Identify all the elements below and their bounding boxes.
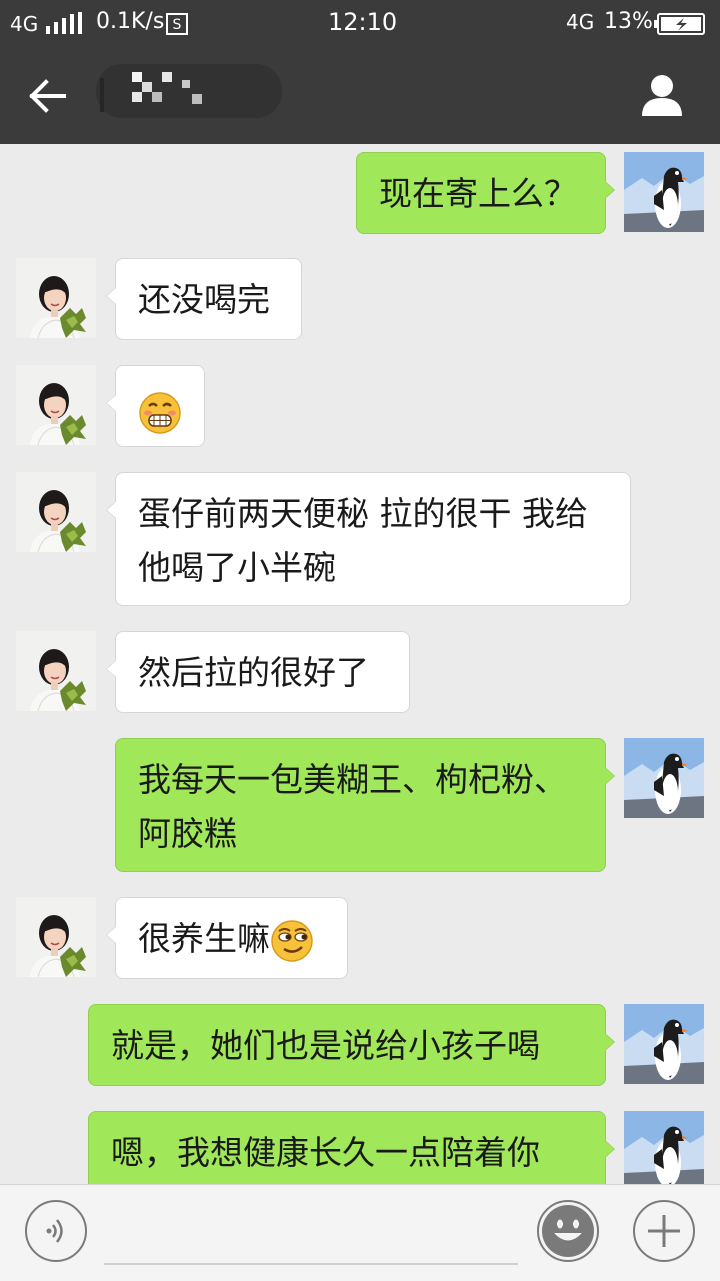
voice-icon	[46, 1219, 63, 1243]
message-bubble-incoming[interactable]: 蛋仔前两天便秘 拉的很干 我给他喝了小半碗	[106, 472, 631, 606]
message-bubble-outgoing[interactable]: 现在寄上么？	[356, 152, 615, 234]
sync-icon: S	[166, 13, 188, 35]
arrow-left-icon	[29, 79, 66, 113]
message-text: 还没喝完	[138, 280, 270, 319]
title-bar	[0, 48, 720, 144]
contact-avatar[interactable]	[16, 897, 96, 977]
message-text: 现在寄上么？	[379, 174, 577, 213]
voice-button[interactable]	[25, 1200, 87, 1262]
message-bubble-outgoing[interactable]: 我每天一包美糊王、枸杞粉、阿胶糕	[115, 738, 615, 872]
svg-text:S: S	[173, 17, 182, 33]
message-text: 嗯，我想健康长久一点陪着你	[111, 1133, 540, 1172]
penguin-avatar-image	[624, 1004, 704, 1084]
contact-info-button[interactable]	[632, 68, 692, 124]
back-button[interactable]	[22, 70, 74, 122]
message-bubble-incoming[interactable]: 还没喝完	[106, 258, 302, 340]
battery-icon	[654, 13, 705, 35]
message-text: 然后拉的很好了	[138, 653, 369, 692]
network-type-right: 4G	[566, 10, 595, 34]
penguin-avatar-image	[624, 738, 704, 818]
contact-avatar[interactable]	[16, 365, 96, 445]
smirk-emoji-icon	[271, 919, 313, 962]
message-bubble-outgoing[interactable]: 嗯，我想健康长久一点陪着你	[88, 1111, 615, 1184]
more-button[interactable]	[633, 1200, 695, 1262]
message-bubble-incoming[interactable]: 然后拉的很好了	[106, 631, 410, 713]
contact-name-obscured	[96, 60, 286, 120]
girl-avatar-image	[16, 258, 96, 338]
message-text: 就是，她们也是说给小孩子喝	[111, 1026, 540, 1065]
signal-icon	[46, 12, 82, 34]
network-type-left: 4G	[10, 12, 39, 36]
chat-area[interactable]: 现在寄上么？ 还没喝完 蛋仔前两天便秘 拉的很干 我给他喝了小半碗 然后拉的很好…	[0, 144, 720, 1184]
person-icon	[642, 75, 682, 116]
message-text: 很养生嘛	[138, 919, 270, 958]
girl-avatar-image	[16, 631, 96, 711]
emoji-button[interactable]	[537, 1200, 599, 1262]
smiley-icon	[542, 1205, 594, 1257]
network-speed: 0.1K/s	[96, 9, 165, 34]
penguin-avatar-image	[624, 152, 704, 232]
input-bar	[0, 1184, 720, 1281]
message-text: 蛋仔前两天便秘 拉的很干 我给他喝了小半碗	[138, 494, 588, 587]
message-input[interactable]	[104, 1215, 518, 1265]
girl-avatar-image	[16, 472, 96, 552]
girl-avatar-image	[16, 365, 96, 445]
message-bubble-incoming[interactable]: 很养生嘛	[106, 897, 348, 979]
my-avatar[interactable]	[624, 738, 704, 818]
contact-avatar[interactable]	[16, 631, 96, 711]
battery-percent: 13%	[604, 9, 653, 34]
clock: 12:10	[328, 8, 398, 36]
plus-icon	[648, 1215, 680, 1247]
message-bubble-outgoing[interactable]: 就是，她们也是说给小孩子喝	[88, 1004, 615, 1086]
message-bubble-incoming[interactable]	[106, 365, 205, 447]
grinning-emoji-icon	[139, 391, 181, 434]
girl-avatar-image	[16, 897, 96, 977]
my-avatar[interactable]	[624, 1004, 704, 1084]
my-avatar[interactable]	[624, 1111, 704, 1184]
my-avatar[interactable]	[624, 152, 704, 232]
status-bar: 4G 0.1K/s S 12:10 4G 13%	[0, 0, 720, 48]
contact-avatar[interactable]	[16, 258, 96, 338]
message-text: 我每天一包美糊王、枸杞粉、阿胶糕	[138, 760, 567, 853]
penguin-avatar-image	[624, 1111, 704, 1184]
contact-avatar[interactable]	[16, 472, 96, 552]
